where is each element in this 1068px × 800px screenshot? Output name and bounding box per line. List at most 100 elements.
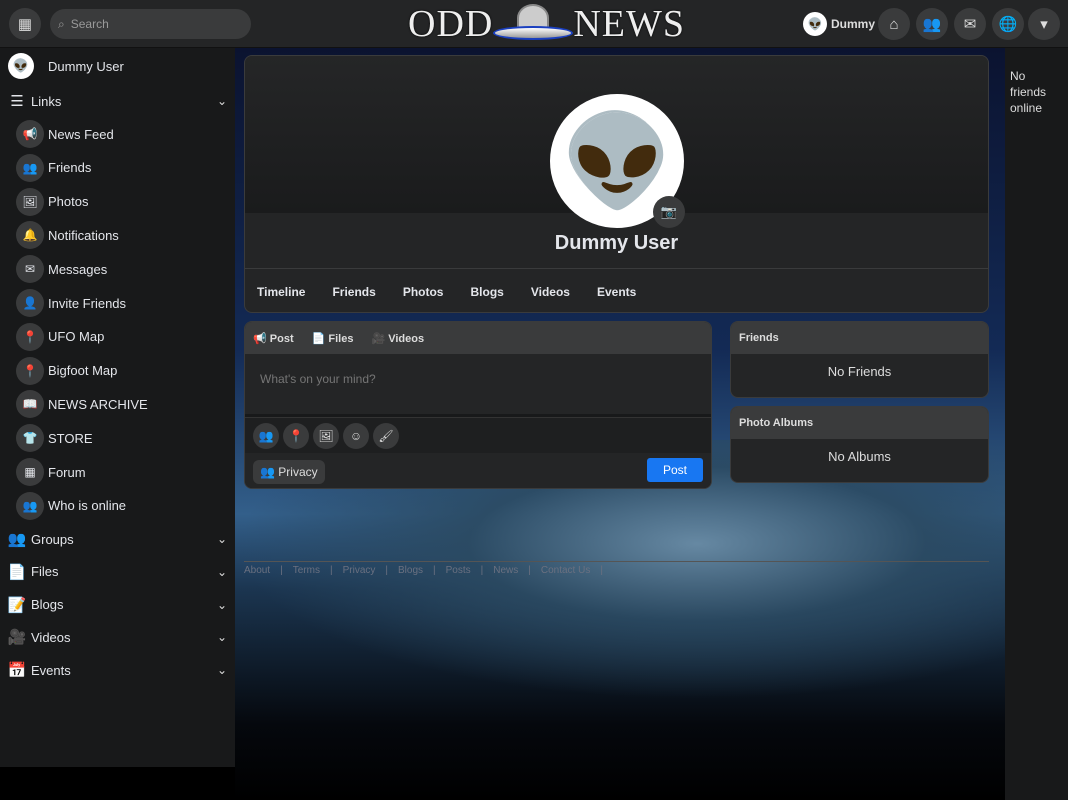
no-friends-online: No friends online xyxy=(1010,69,1047,115)
sidebar-item-icon: 📢 xyxy=(16,120,44,148)
footer-link[interactable]: Blogs xyxy=(398,565,423,576)
publisher-tab-files[interactable]: 📄 Files xyxy=(312,332,354,345)
sidebar-item-label: Invite Friends xyxy=(48,295,127,311)
tab-timeline[interactable]: Timeline xyxy=(257,285,305,299)
sidebar-item-icon: 📍 xyxy=(16,322,44,351)
location-button[interactable]: 📍 xyxy=(283,423,309,449)
section-label: Events xyxy=(31,662,71,678)
camera-icon[interactable]: 📷 xyxy=(653,196,685,228)
friends-widget: Friends No Friends xyxy=(730,321,989,398)
footer-separator: | xyxy=(480,565,484,576)
sidebar-item-label: Who is online xyxy=(48,498,127,514)
tab-blogs[interactable]: Blogs xyxy=(470,285,503,299)
section-label: Files xyxy=(31,564,59,580)
footer-link[interactable]: News xyxy=(493,565,518,576)
section-icon: 📄 xyxy=(7,563,27,581)
sidebar-section-events[interactable]: 📅 Events ⌄ xyxy=(0,654,235,686)
sidebar-profile[interactable]: 👽 Dummy User xyxy=(0,50,235,82)
chevron-down-icon: ⌄ xyxy=(216,663,227,678)
sidebar-section-groups[interactable]: 👥 Groups ⌄ xyxy=(0,523,235,555)
sidebar-links-toggle[interactable]: ☰ Links ⌄ xyxy=(0,85,235,117)
photo-button[interactable]: 🖼 xyxy=(313,423,339,449)
sidebar-item-label: Bigfoot Map xyxy=(48,363,118,379)
section-label: Blogs xyxy=(31,597,64,613)
sidebar-item-icon: 🖼 xyxy=(16,187,44,216)
sidebar-item-label: STORE xyxy=(48,430,93,446)
friends-button[interactable]: 👥 xyxy=(916,8,948,40)
sidebar-item-icon: 📍 xyxy=(16,356,44,385)
chevron-down-icon: ⌄ xyxy=(216,94,227,108)
albums-widget: Photo Albums No Albums xyxy=(730,406,989,483)
footer-link[interactable]: Privacy xyxy=(343,565,376,576)
footer-separator: | xyxy=(329,565,333,576)
sidebar-item-store[interactable]: 👕 STORE xyxy=(0,422,235,454)
friends-widget-title[interactable]: Friends xyxy=(731,322,988,354)
alien-icon: 👽 xyxy=(560,111,674,212)
sidebar-item-news-archive[interactable]: 📖 NEWS ARCHIVE xyxy=(0,388,235,420)
tag-friends-button[interactable]: 👥 xyxy=(253,423,279,449)
sidebar-item-label: Photos xyxy=(48,194,89,210)
emoji-button[interactable]: ☺ xyxy=(343,423,369,449)
sidebar-item-label: Friends xyxy=(48,160,92,176)
sidebar-item-label: Messages xyxy=(48,261,108,277)
section-icon: 📝 xyxy=(7,596,27,614)
tab-videos[interactable]: Videos xyxy=(531,285,570,299)
search-input[interactable] xyxy=(70,17,241,31)
home-button[interactable]: ⌂ xyxy=(878,8,910,40)
online-friends-panel: No friends online xyxy=(1005,48,1068,800)
search-box[interactable]: ⌕ xyxy=(50,9,251,39)
sidebar-section-videos[interactable]: 🎥 Videos ⌄ xyxy=(0,621,235,653)
sidebar-item-messages[interactable]: ✉ Messages xyxy=(0,253,235,285)
dropdown-button[interactable]: ▾ xyxy=(1028,8,1060,40)
post-button[interactable]: Post xyxy=(646,458,703,482)
tab-friends[interactable]: Friends xyxy=(332,285,375,299)
footer-separator: | xyxy=(385,565,388,576)
sidebar-section-blogs[interactable]: 📝 Blogs ⌄ xyxy=(0,589,235,621)
profile-tabs: Timeline Friends Photos Blogs Videos Eve… xyxy=(245,268,988,312)
publisher-tab-videos[interactable]: 🎥 Videos xyxy=(371,332,424,345)
profile-card: 👽 📷 Dummy User Timeline Friends Photos B… xyxy=(244,55,989,313)
sidebar-item-friends[interactable]: 👥 Friends xyxy=(0,152,235,184)
avatar: 👽 xyxy=(803,12,827,36)
sidebar-item-invite-friends[interactable]: 👤 Invite Friends xyxy=(0,287,235,319)
sidebar-item-who-is-online[interactable]: 👥 Who is online xyxy=(0,490,235,522)
publisher-tab-post[interactable]: 📢 Post xyxy=(253,332,294,345)
footer-link[interactable]: Terms xyxy=(293,565,320,576)
sidebar: 👽 Dummy User ☰ Links ⌄ 📢 News Feed 👥 Friend… xyxy=(0,48,235,767)
site-logo[interactable]: ODD NEWS xyxy=(408,2,685,46)
avatar: 👽 xyxy=(8,53,34,79)
privacy-button[interactable]: 👥 Privacy xyxy=(253,460,325,484)
chevron-down-icon: ⌄ xyxy=(216,597,227,612)
color-button[interactable]: 🖌 xyxy=(373,423,399,449)
logo-text-left: ODD xyxy=(408,3,494,45)
section-label: Videos xyxy=(31,629,71,645)
sidebar-item-photos[interactable]: 🖼 Photos xyxy=(0,186,235,218)
sidebar-item-bigfoot-map[interactable]: 📍 Bigfoot Map xyxy=(0,355,235,387)
sidebar-item-label: NEWS ARCHIVE xyxy=(48,396,148,412)
sidebar-item-icon: ✉ xyxy=(16,255,44,284)
tab-photos[interactable]: Photos xyxy=(403,285,444,299)
section-icon: 📅 xyxy=(7,662,27,680)
footer-link[interactable]: Posts xyxy=(446,565,471,576)
globe-button[interactable]: 🌐 xyxy=(992,8,1024,40)
user-menu[interactable]: 👽 Dummy xyxy=(803,12,875,36)
albums-widget-title[interactable]: Photo Albums xyxy=(731,407,988,439)
apps-menu-button[interactable]: ▦ xyxy=(9,8,41,40)
sidebar-item-notifications[interactable]: 🔔 Notifications xyxy=(0,219,235,251)
tab-events[interactable]: Events xyxy=(597,285,636,299)
footer-separator: | xyxy=(528,565,531,576)
sidebar-item-icon: 👥 xyxy=(16,491,44,520)
search-icon: ⌕ xyxy=(58,16,65,31)
footer-link[interactable]: About xyxy=(244,565,270,576)
ufo-icon xyxy=(493,2,574,46)
post-textarea[interactable] xyxy=(245,354,711,414)
section-icon: 👥 xyxy=(7,531,27,548)
footer-link[interactable]: Contact Us xyxy=(541,565,590,576)
messages-button[interactable]: ✉ xyxy=(954,8,986,40)
sidebar-item-news-feed[interactable]: 📢 News Feed xyxy=(0,118,235,150)
chevron-down-icon: ⌄ xyxy=(216,532,227,546)
sidebar-item-ufo-map[interactable]: 📍 UFO Map xyxy=(0,321,235,353)
publisher-tools: 👥 📍 🖼 ☺ 🖌 xyxy=(245,417,711,453)
sidebar-section-files[interactable]: 📄 Files ⌄ xyxy=(0,556,235,588)
sidebar-item-forum[interactable]: ▦ Forum xyxy=(0,456,235,488)
